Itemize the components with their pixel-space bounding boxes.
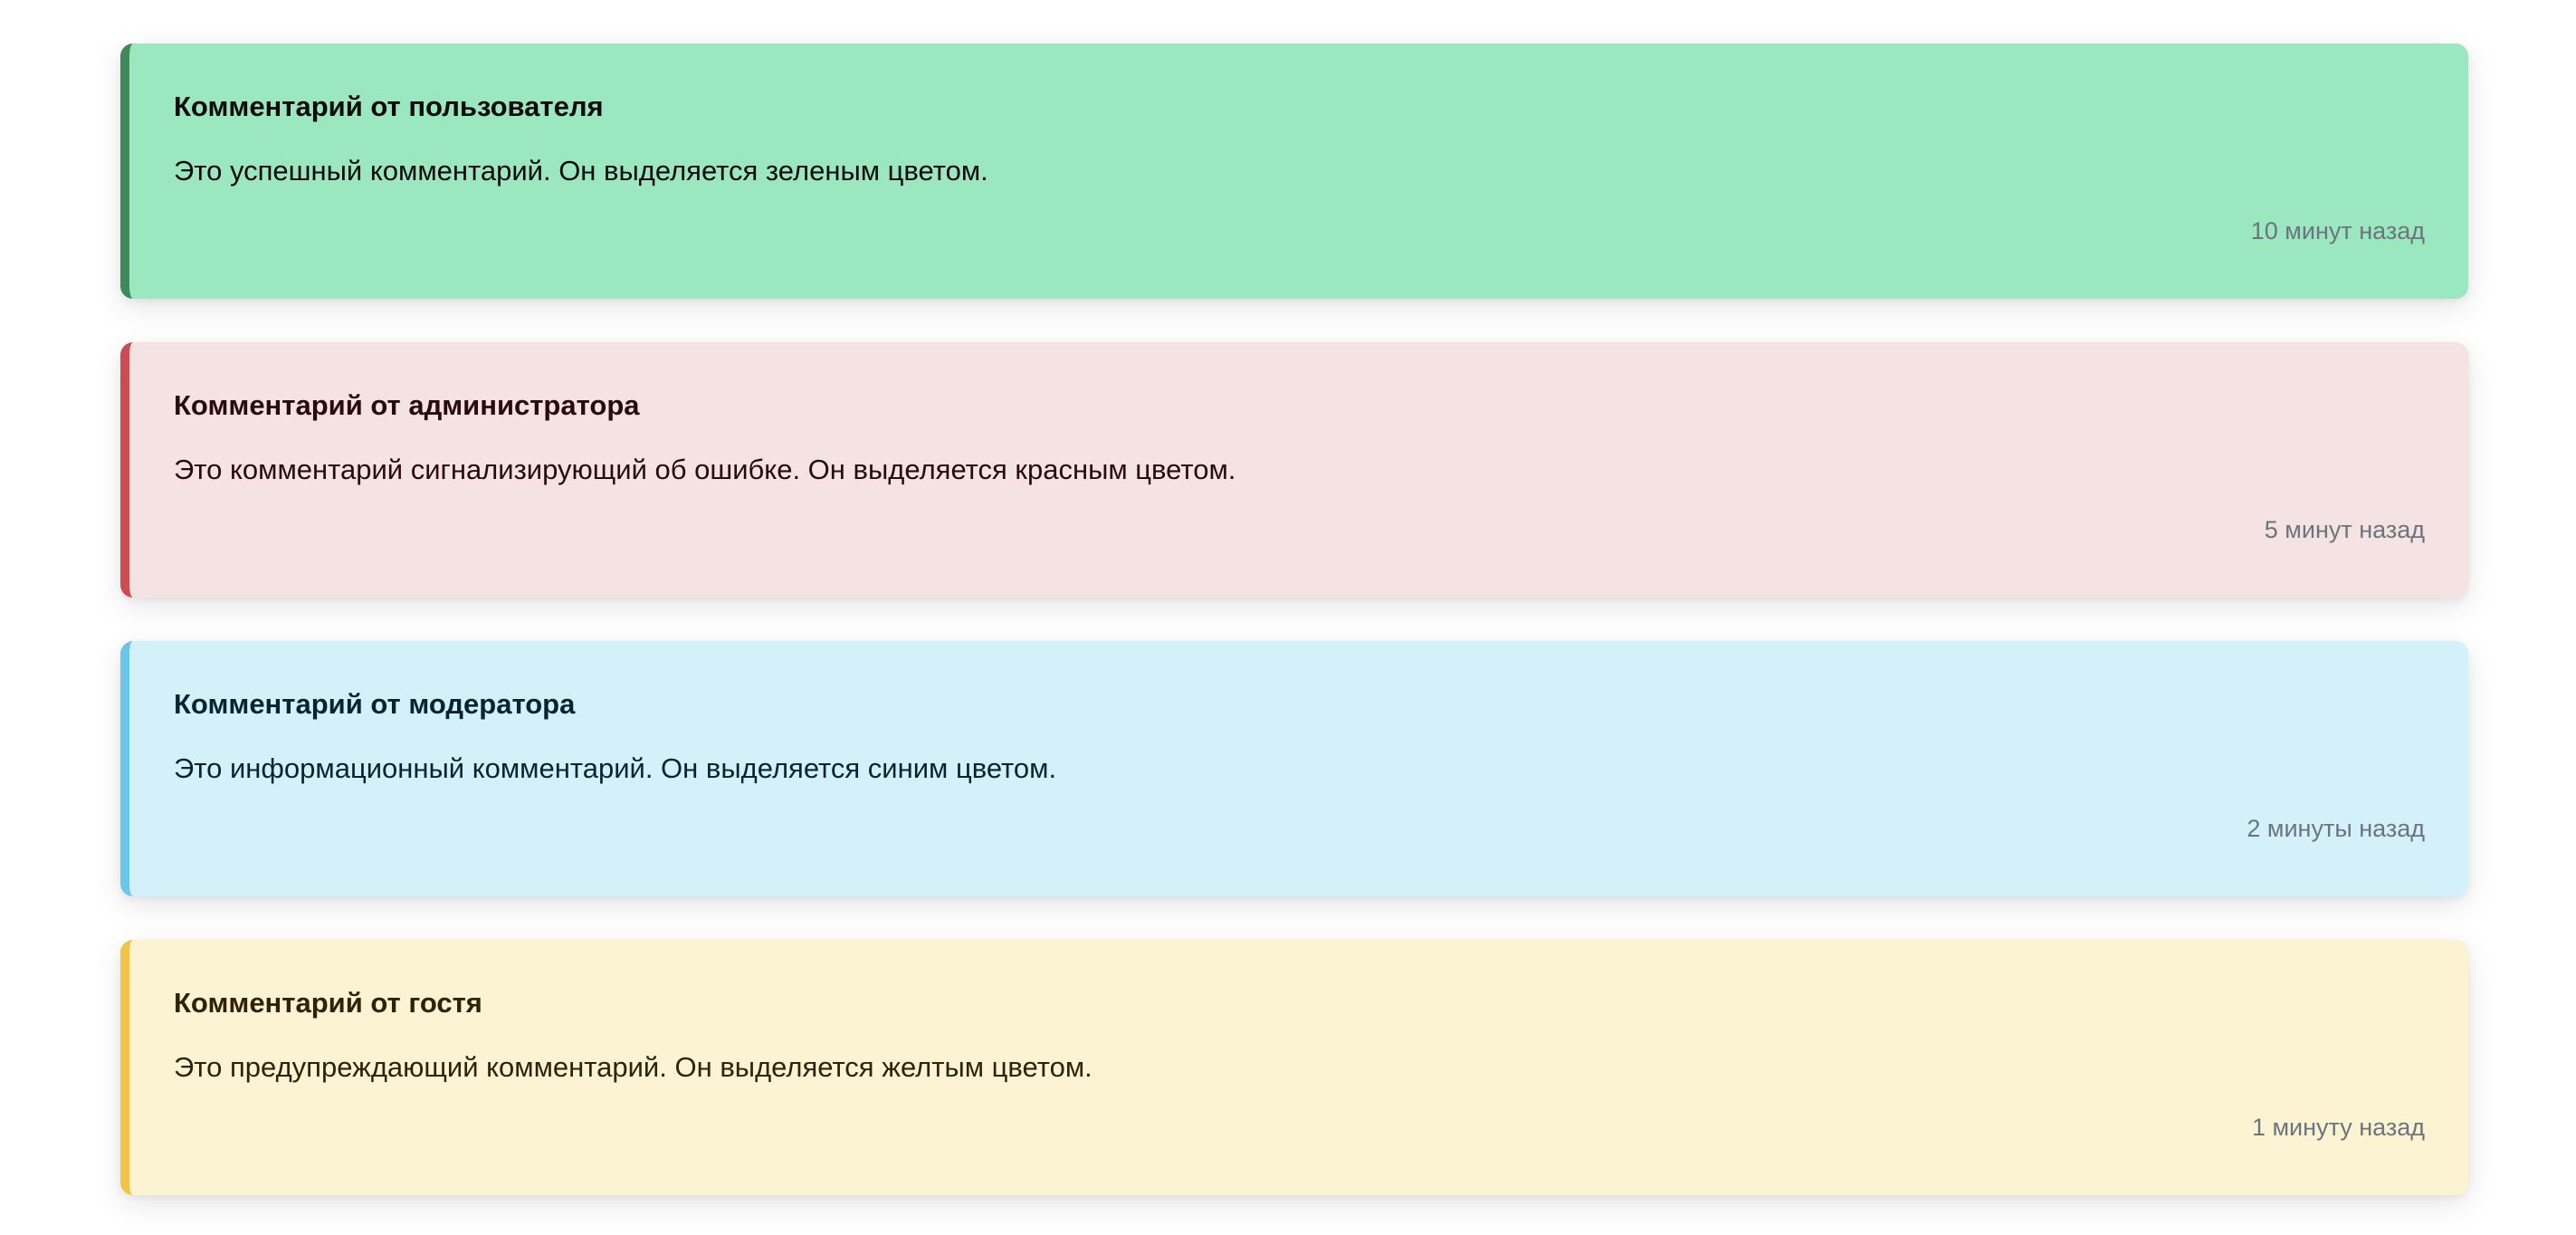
comment-title: Комментарий от пользователя <box>174 91 604 122</box>
comment-timestamp: 2 минуты назад <box>2247 815 2425 842</box>
comment-title: Комментарий от гостя <box>174 987 482 1019</box>
comment-timestamp: 10 минут назад <box>2250 217 2425 244</box>
comment-card-warning: Комментарий от гостя Это предупреждающий… <box>120 940 2468 1195</box>
comment-card-danger: Комментарий от администратора Это коммен… <box>120 342 2468 598</box>
comment-card-success: Комментарий от пользователя Это успешный… <box>120 43 2468 299</box>
comment-text: Это информационный комментарий. Он выдел… <box>174 752 1057 784</box>
comment-timestamp: 1 минуту назад <box>2251 1114 2425 1141</box>
comment-text: Это успешный комментарий. Он выделяется … <box>174 155 988 187</box>
comment-text: Это предупреждающий комментарий. Он выде… <box>174 1051 1092 1083</box>
comment-timestamp: 5 минут назад <box>2264 516 2425 543</box>
comment-title: Комментарий от модератора <box>174 688 576 720</box>
comment-text: Это комментарий сигнализирующий об ошибк… <box>174 454 1236 485</box>
comments-list: Комментарий от пользователя Это успешный… <box>0 0 2576 1235</box>
comment-title: Комментарий от администратора <box>174 389 640 421</box>
comment-card-info: Комментарий от модератора Это информацио… <box>120 641 2468 896</box>
